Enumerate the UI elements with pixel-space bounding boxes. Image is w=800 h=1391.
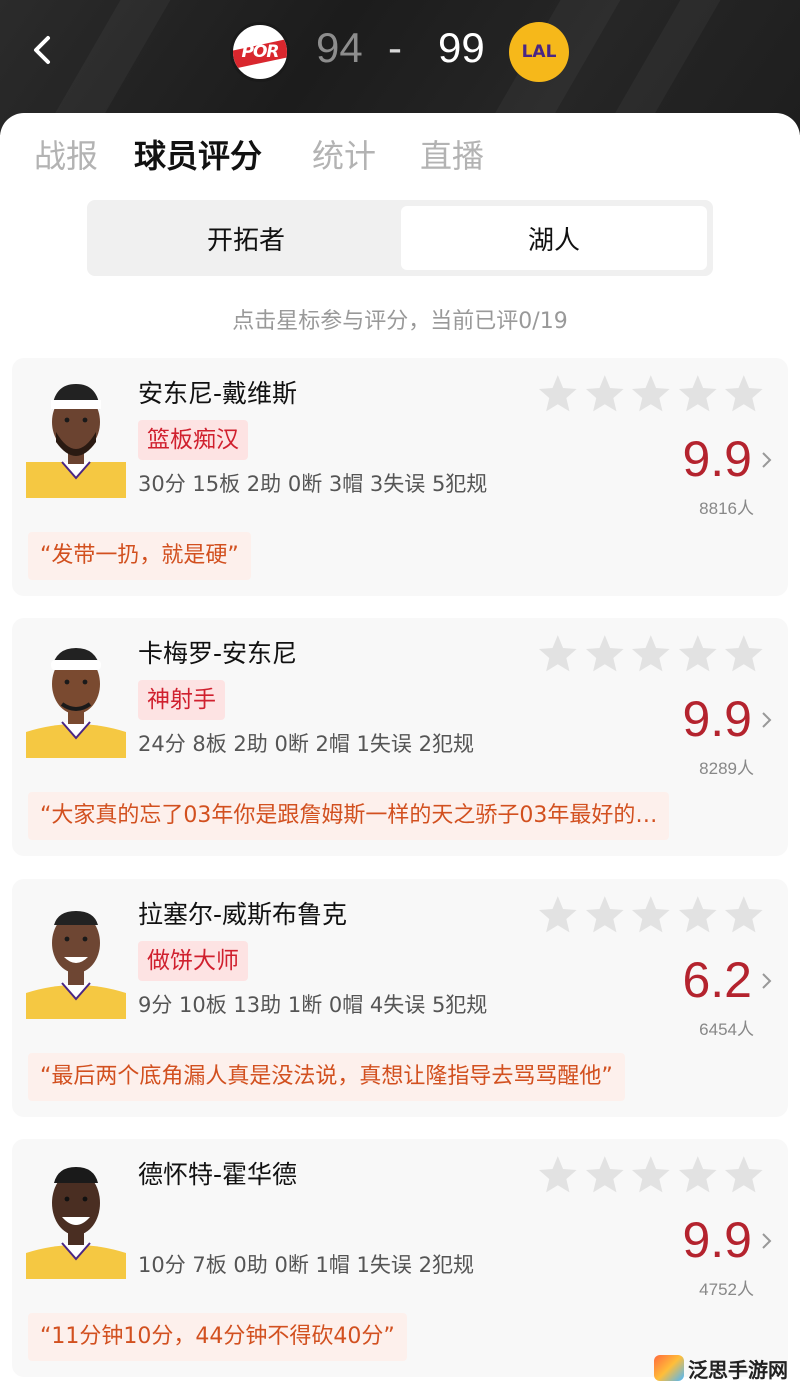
watermark: 泛思手游网 xyxy=(654,1351,788,1385)
player-stats: 30分 15板 2助 0断 3帽 3失误 5犯规 xyxy=(138,472,488,496)
player-stats: 24分 8板 2助 0断 2帽 1失误 2犯规 xyxy=(138,732,474,756)
rating-count: 8816人 xyxy=(699,499,754,518)
star-icon[interactable] xyxy=(676,1153,720,1197)
scoreboard: POR 94 - 99 LAL xyxy=(0,22,800,82)
star-icon[interactable] xyxy=(583,1153,627,1197)
star-rating[interactable] xyxy=(536,1153,766,1197)
player-avatar xyxy=(26,891,126,1019)
team-switch-lakers[interactable]: 湖人 xyxy=(401,206,707,270)
star-icon[interactable] xyxy=(676,893,720,937)
star-icon[interactable] xyxy=(536,893,580,937)
player-avatar xyxy=(26,370,126,498)
chevron-right-icon[interactable] xyxy=(760,1231,774,1251)
player-tag: 做饼大师 xyxy=(138,941,248,981)
tab-report[interactable]: 战报 xyxy=(34,131,98,177)
home-team-logo[interactable]: POR xyxy=(230,22,290,82)
watermark-logo-icon xyxy=(654,1355,684,1381)
away-score: 99 xyxy=(438,24,485,71)
player-name: 安东尼-戴维斯 xyxy=(138,379,298,408)
star-icon[interactable] xyxy=(676,632,720,676)
player-avatar xyxy=(26,1151,126,1279)
player-card[interactable]: 德怀特-霍华德 10分 7板 0助 0断 1帽 1失误 2犯规 9.9 4752… xyxy=(12,1139,788,1377)
player-tag: 神射手 xyxy=(138,680,225,720)
star-icon[interactable] xyxy=(676,372,720,416)
star-icon[interactable] xyxy=(536,632,580,676)
star-icon[interactable] xyxy=(583,372,627,416)
top-comment[interactable]: “最后两个底角漏人真是没法说，真想让隆指导去骂骂醒他” xyxy=(28,1053,625,1101)
tab-stats[interactable]: 统计 xyxy=(312,131,376,177)
star-icon[interactable] xyxy=(536,1153,580,1197)
player-rating: 9.9 xyxy=(682,431,752,487)
star-icon[interactable] xyxy=(629,1153,673,1197)
star-icon[interactable] xyxy=(629,372,673,416)
player-rating: 9.9 xyxy=(682,691,752,747)
star-rating[interactable] xyxy=(536,372,766,416)
team-switch: 开拓者 湖人 xyxy=(87,200,713,276)
player-rating: 9.9 xyxy=(682,1212,752,1268)
star-icon[interactable] xyxy=(722,1153,766,1197)
chevron-right-icon[interactable] xyxy=(760,971,774,991)
star-icon[interactable] xyxy=(583,632,627,676)
star-icon[interactable] xyxy=(722,632,766,676)
star-icon[interactable] xyxy=(536,372,580,416)
tab-player-ratings[interactable]: 球员评分 xyxy=(134,131,262,177)
star-icon[interactable] xyxy=(629,893,673,937)
top-comment[interactable]: “大家真的忘了03年你是跟詹姆斯一样的天之骄子03年最好的… xyxy=(28,792,670,840)
content-panel: 战报 球员评分 统计 直播 开拓者 湖人 点击星标参与评分，当前已评0/19 安… xyxy=(0,113,800,1391)
top-comment[interactable]: “11分钟10分，44分钟不得砍40分” xyxy=(28,1313,407,1361)
player-card[interactable]: 安东尼-戴维斯 篮板痴汉 30分 15板 2助 0断 3帽 3失误 5犯规 9.… xyxy=(12,358,788,596)
player-stats: 9分 10板 13助 1断 0帽 4失误 5犯规 xyxy=(138,993,488,1017)
player-name: 卡梅罗-安东尼 xyxy=(138,639,298,668)
score-separator: - xyxy=(388,24,402,71)
rating-count: 4752人 xyxy=(699,1280,754,1299)
player-name: 德怀特-霍华德 xyxy=(138,1160,298,1189)
player-card[interactable]: 卡梅罗-安东尼 神射手 24分 8板 2助 0断 2帽 1失误 2犯规 9.9 … xyxy=(12,618,788,856)
player-avatar xyxy=(26,630,126,758)
player-name: 拉塞尔-威斯布鲁克 xyxy=(138,900,348,929)
star-rating[interactable] xyxy=(536,893,766,937)
tab-bar: 战报 球员评分 统计 直播 xyxy=(0,131,800,205)
player-tag: 篮板痴汉 xyxy=(138,420,248,460)
player-stats: 10分 7板 0助 0断 1帽 1失误 2犯规 xyxy=(138,1253,474,1277)
star-icon[interactable] xyxy=(722,893,766,937)
player-card[interactable]: 拉塞尔-威斯布鲁克 做饼大师 9分 10板 13助 1断 0帽 4失误 5犯规 … xyxy=(12,879,788,1117)
star-icon[interactable] xyxy=(583,893,627,937)
tab-live[interactable]: 直播 xyxy=(420,131,484,177)
star-icon[interactable] xyxy=(722,372,766,416)
chevron-right-icon[interactable] xyxy=(760,710,774,730)
rating-hint: 点击星标参与评分，当前已评0/19 xyxy=(232,309,568,334)
star-icon[interactable] xyxy=(629,632,673,676)
rating-count: 8289人 xyxy=(699,759,754,778)
player-rating: 6.2 xyxy=(682,952,752,1008)
star-rating[interactable] xyxy=(536,632,766,676)
top-comment[interactable]: “发带一扔，就是硬” xyxy=(28,532,251,580)
team-switch-blazers[interactable]: 开拓者 xyxy=(93,206,399,270)
watermark-text: 泛思手游网 xyxy=(688,1357,788,1382)
chevron-right-icon[interactable] xyxy=(760,450,774,470)
rating-count: 6454人 xyxy=(699,1020,754,1039)
home-score: 94 xyxy=(316,24,363,71)
away-team-logo[interactable]: LAL xyxy=(509,22,569,82)
